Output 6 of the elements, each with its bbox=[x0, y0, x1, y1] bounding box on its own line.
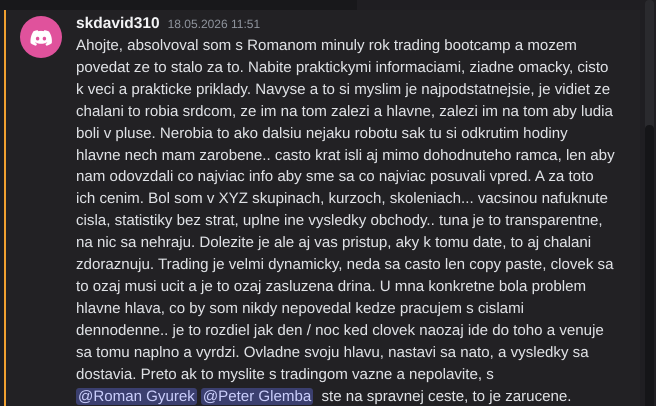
message-text: Ahojte, absolvoval som s Romanom minuly rok trading bootcamp a mozem povedat ze to stalo za to. Nabite praktickymi informaciami, ziadne omacky, cisto k veci a prakticke priklady. Navyse a to si myslim je najpodstatnejsie, je vidiet ze chalani to robia srdcom, ze im na tom zalezi a hlavne, zalezi im na tom aby ludia boli v pluse. Nerobia to ako dalsiu nejaku robotu sak tu si odkrutim hodiny hlavne nech mam zarobene.. casto krat isli aj mimo dohodnuteho ramca, len aby nam odovzdali co najviac info aby sme sa co najviac posuvali vpred. A za toto ich cenim. Bol som v XYZ skupinach, kurzoch, skoleniach... vacsinou nafuknute cisla, statistiky bez strat, uplne ine vysledky obchody.. tuna je to transparentne, na nic sa nehraju. Dolezite je ale aj vas pristup, aky k tomu date, to aj chalani zdoraznuju. Trading je velmi dynamicky, neda sa casto len copy paste, clovek sa to ozaj musi ucit a je to ozaj zasluzena drina. U mna konkretne bola problem hlavne hlava, co by som nikdy nepovedal kedze pracujem s cislami dennodenne.. je to rozdiel jak den / noc ked clovek naozaj ide do toho a venuje sa tomu naplno a vyrdzi. Ovladne svoju hlavu, nastavi sa nato, a vysledky sa dostavia. Preto ak to myslite s tradingom vazne a nepolavite, s @Roman Gyurek @Peter Glemba ste na spravnej ceste, to je zarucene. bbox=[76, 36, 616, 406]
avatar-icon[interactable] bbox=[20, 16, 62, 58]
user-mention[interactable]: @Roman Gyurek bbox=[76, 388, 197, 404]
user-mention[interactable]: @Peter Glemba bbox=[200, 388, 314, 404]
timestamp: 18.05.2026 11:51 bbox=[168, 17, 260, 31]
username[interactable]: skdavid310 bbox=[76, 15, 160, 33]
